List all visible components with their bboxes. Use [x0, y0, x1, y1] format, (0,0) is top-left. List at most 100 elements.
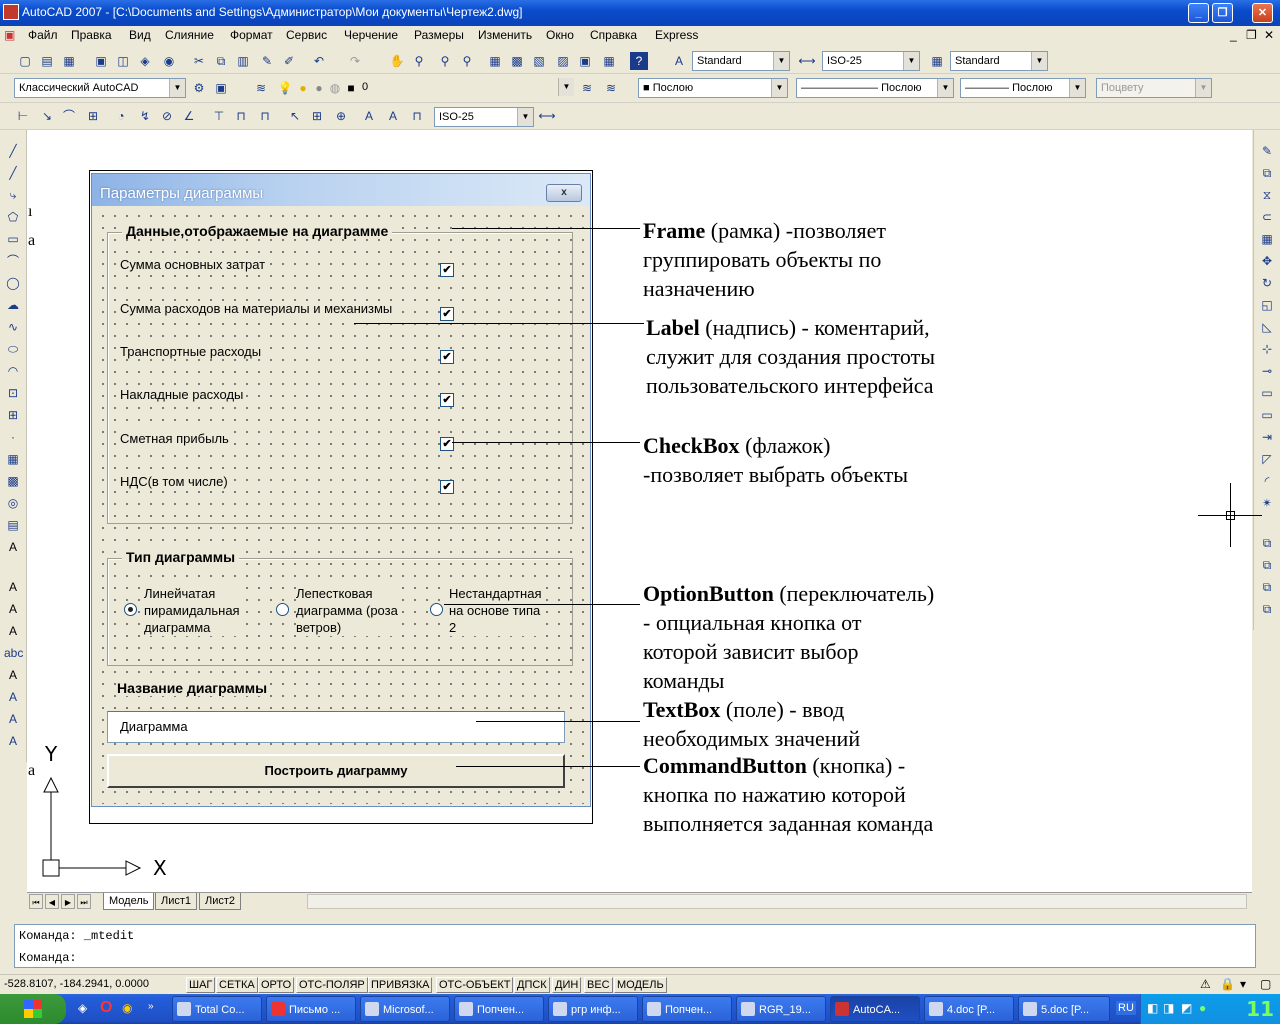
break-icon[interactable]: ▭	[1258, 406, 1276, 424]
hatch-icon[interactable]: ▦	[4, 450, 22, 468]
move-icon[interactable]: ✥	[1258, 252, 1276, 270]
markup-icon[interactable]: ▣	[576, 52, 594, 70]
construction-line-icon[interactable]: ╱	[4, 164, 22, 182]
task-microsoft[interactable]: Microsof...	[360, 996, 450, 1022]
my-workspace-icon[interactable]: ▣	[212, 79, 230, 97]
undo-icon[interactable]: ↶	[310, 52, 328, 70]
zoom-realtime-icon[interactable]: ⚲	[410, 52, 428, 70]
tab-first-icon[interactable]: ⏮	[29, 894, 43, 909]
menu-tools[interactable]: Сервис	[286, 28, 327, 42]
menu-merge[interactable]: Слияние	[165, 28, 214, 42]
language-indicator[interactable]: RU	[1116, 1001, 1136, 1015]
item-checkbox-1[interactable]: ✔	[440, 263, 454, 277]
scale-text-icon[interactable]: A	[4, 688, 22, 706]
polygon-icon[interactable]: ⬠	[4, 208, 22, 226]
spline-icon[interactable]: ∿	[4, 318, 22, 336]
dim-style-select-2[interactable]: ISO-25 ▼	[434, 107, 534, 127]
grid-toggle[interactable]: СЕТКА	[216, 977, 258, 993]
arc-icon[interactable]: ⌒	[4, 252, 22, 270]
task-rgr-19[interactable]: RGR_19...	[736, 996, 826, 1022]
stretch-icon[interactable]: ◺	[1258, 318, 1276, 336]
menu-dimension[interactable]: Размеры	[414, 28, 464, 42]
find-text-icon[interactable]: A	[4, 622, 22, 640]
tab-sheet2[interactable]: Лист2	[199, 893, 242, 910]
break-at-point-icon[interactable]: ▭	[1258, 384, 1276, 402]
mtext-icon[interactable]: A	[4, 538, 22, 556]
justify-text-icon[interactable]: A	[4, 710, 22, 728]
insert-block-icon[interactable]: ⊡	[4, 384, 22, 402]
item-checkbox-3[interactable]: ✔	[440, 350, 454, 364]
opera-icon[interactable]: O	[100, 999, 112, 1017]
linetype-select[interactable]: ——————— Послою ▼	[796, 78, 954, 98]
dyn-toggle[interactable]: ДИН	[552, 977, 582, 993]
tab-next-icon[interactable]: ▶	[61, 894, 75, 909]
quicklaunch-icon-3[interactable]: ◉	[122, 1001, 132, 1015]
continue-dim-icon[interactable]: ⊓	[256, 107, 274, 125]
model-toggle[interactable]: МОДЕЛЬ	[614, 977, 667, 993]
jogged-dim-icon[interactable]: ↯	[136, 107, 154, 125]
table-style-icon[interactable]: ▦	[928, 52, 946, 70]
workspace-settings-icon[interactable]: ⚙	[190, 79, 208, 97]
dim-style-icon[interactable]: ⟷	[798, 52, 816, 70]
tab-sheet1[interactable]: Лист1	[155, 893, 198, 910]
sheet-set-icon[interactable]: ▨	[554, 52, 572, 70]
layer-properties-icon[interactable]: ≋	[252, 79, 270, 97]
coordinates-readout[interactable]: -528.8107, -184.2941, 0.0000	[4, 978, 149, 990]
tray-icon-2[interactable]: ◨	[1163, 1001, 1174, 1015]
command-prompt[interactable]: Команда:	[15, 947, 1255, 969]
convert-text-icon[interactable]: A	[4, 732, 22, 750]
task-5doc[interactable]: 5.doc [P...	[1018, 996, 1110, 1022]
array-icon[interactable]: ▦	[1258, 230, 1276, 248]
zoom-window-icon[interactable]: ⚲	[436, 52, 454, 70]
rotate-icon[interactable]: ↻	[1258, 274, 1276, 292]
open-icon[interactable]: ▤	[38, 52, 56, 70]
quick-leader-icon[interactable]: ↖	[286, 107, 304, 125]
task-total-commander[interactable]: Total Co...	[172, 996, 262, 1022]
layer-previous-icon[interactable]: ≋	[602, 79, 620, 97]
item-checkbox-4[interactable]: ✔	[440, 393, 454, 407]
baseline-dim-icon[interactable]: ⊓	[232, 107, 250, 125]
scale-icon[interactable]: ◱	[1258, 296, 1276, 314]
cut-icon[interactable]: ✂	[190, 52, 208, 70]
menu-format[interactable]: Формат	[230, 28, 273, 42]
menu-draw[interactable]: Черчение	[344, 28, 398, 42]
trim-icon[interactable]: ⊹	[1258, 340, 1276, 358]
tool-palettes-icon[interactable]: ▧	[530, 52, 548, 70]
layer-select[interactable]: 0 ▼	[358, 78, 574, 98]
item-checkbox-6[interactable]: ✔	[440, 480, 454, 494]
rectangle-icon[interactable]: ▭	[4, 230, 22, 248]
clean-screen-icon[interactable]: ▢	[1260, 977, 1271, 991]
region-icon[interactable]: ◎	[4, 494, 22, 512]
status-menu-icon[interactable]: ▾	[1240, 977, 1246, 991]
autocad-app-icon[interactable]	[3, 4, 19, 20]
tab-model[interactable]: Модель	[103, 893, 155, 910]
diameter-dim-icon[interactable]: ⊘	[158, 107, 176, 125]
angular-dim-icon[interactable]: ∠	[180, 107, 198, 125]
spelling-icon[interactable]: abc	[4, 644, 23, 662]
redo-icon[interactable]: ↷	[346, 52, 364, 70]
preview-icon[interactable]: ◫	[114, 52, 132, 70]
menu-express[interactable]: Express	[655, 28, 698, 42]
lwt-toggle[interactable]: ВЕС	[584, 977, 613, 993]
restore-button[interactable]: ❐	[1212, 3, 1233, 23]
dim-style-select[interactable]: ISO-25 ▼	[822, 51, 920, 71]
menu-view[interactable]: Вид	[129, 28, 151, 42]
text-icon[interactable]: A	[4, 578, 22, 596]
chart-name-input[interactable]: Диаграмма	[107, 711, 565, 743]
doc-minimize-icon[interactable]: _	[1230, 28, 1237, 42]
calculator-icon[interactable]: ▦	[600, 52, 618, 70]
ducs-toggle[interactable]: ДПСК	[514, 977, 550, 993]
task-word-1[interactable]: Попчен...	[454, 996, 544, 1022]
table-style-select[interactable]: Standard ▼	[950, 51, 1048, 71]
ortho-toggle[interactable]: ОРТО	[258, 977, 295, 993]
tab-last-icon[interactable]: ⏭	[77, 894, 91, 909]
minimize-button[interactable]: _	[1188, 3, 1209, 23]
polar-toggle[interactable]: ОТС-ПОЛЯР	[296, 977, 368, 993]
lineweight-select[interactable]: ———— Послою ▼	[960, 78, 1086, 98]
snap-toggle[interactable]: ШАГ	[186, 977, 216, 993]
draworder-under-icon[interactable]: ⧉	[1258, 600, 1276, 618]
tolerance-icon[interactable]: ⊞	[308, 107, 326, 125]
zoom-previous-icon[interactable]: ⚲	[458, 52, 476, 70]
draworder-front-icon[interactable]: ⧉	[1258, 534, 1276, 552]
task-autocad[interactable]: AutoCA...	[830, 996, 920, 1022]
